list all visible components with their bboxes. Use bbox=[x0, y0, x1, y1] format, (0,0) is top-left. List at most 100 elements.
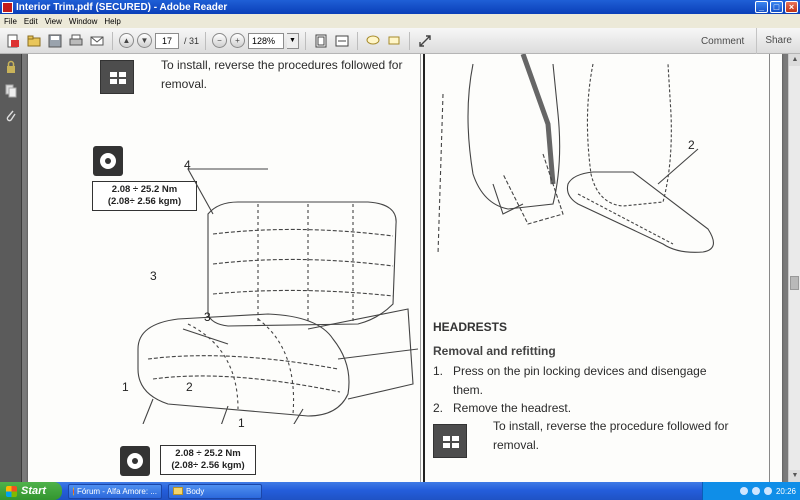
window-controls: _ □ × bbox=[755, 1, 798, 13]
page-total: / 31 bbox=[184, 35, 200, 46]
taskbar-item-label: Fórum - Alfa Amore: ... bbox=[76, 486, 157, 496]
torque-wrench-icon-bottom bbox=[120, 446, 150, 476]
page-thumbnails-icon[interactable] bbox=[4, 84, 18, 98]
refer-book-icon-right bbox=[433, 424, 467, 458]
fit-width-icon[interactable] bbox=[333, 32, 351, 50]
left-install-text: To install, reverse the procedures follo… bbox=[161, 56, 402, 94]
windows-taskbar: Start Fórum - Alfa Amore: ... Body HU 20… bbox=[0, 482, 800, 500]
scroll-down-arrow-icon[interactable]: ▼ bbox=[789, 470, 800, 482]
torque-spec-bottom: 2.08 ÷ 25.2 Nm (2.08÷ 2.56 kgm) bbox=[160, 445, 256, 475]
right-install-text: To install, reverse the procedure follow… bbox=[493, 417, 728, 455]
toolbar: ▲ ▼ 17 / 31 − + 128% ▼ Comment Share bbox=[0, 28, 800, 54]
toolbar-separator bbox=[305, 31, 307, 50]
lock-icon[interactable] bbox=[4, 60, 18, 74]
attachments-paperclip-icon[interactable] bbox=[4, 108, 18, 122]
vertical-scrollbar[interactable]: ▲ ▼ bbox=[788, 54, 800, 482]
armrest-diagram bbox=[437, 54, 714, 254]
step-2: 2. Remove the headrest. bbox=[433, 399, 571, 418]
document-viewport[interactable]: To install, reverse the procedures follo… bbox=[22, 54, 788, 482]
toolbar-separator bbox=[112, 31, 113, 50]
zoom-in-icon[interactable]: + bbox=[230, 33, 246, 48]
open-file-icon[interactable] bbox=[25, 32, 43, 50]
step-1-line2: them. bbox=[453, 383, 484, 397]
taskbar-item-label: Body bbox=[186, 486, 205, 496]
taskbar-item-folder[interactable]: Body bbox=[168, 483, 262, 499]
system-tray: 20:26 bbox=[702, 482, 800, 500]
callout-1: 1 bbox=[122, 380, 129, 394]
right-install-line2: removal. bbox=[493, 438, 540, 452]
tray-network-icon[interactable] bbox=[739, 487, 748, 495]
callout-2-right: 2 bbox=[688, 138, 695, 152]
toolbar-separator bbox=[357, 31, 359, 50]
comment-button[interactable]: Comment bbox=[689, 36, 756, 47]
left-install-line1: To install, reverse the procedures follo… bbox=[161, 58, 403, 72]
fit-page-icon[interactable] bbox=[312, 32, 330, 50]
window-title: Interior Trim.pdf (SECURED) - Adobe Read… bbox=[16, 1, 228, 13]
toolbar-separator bbox=[205, 31, 207, 50]
next-page-icon[interactable]: ▼ bbox=[137, 33, 152, 48]
toolbar-right-panel: Comment Share bbox=[689, 28, 800, 54]
clock[interactable]: 20:26 bbox=[776, 487, 796, 496]
email-icon[interactable] bbox=[88, 32, 106, 50]
menu-file[interactable]: File bbox=[4, 17, 17, 26]
menu-help[interactable]: Help bbox=[104, 17, 120, 26]
callout-3: 3 bbox=[150, 269, 157, 283]
save-icon[interactable] bbox=[46, 32, 64, 50]
step-1-text: Press on the pin locking devices and dis… bbox=[453, 362, 753, 400]
start-button[interactable]: Start bbox=[0, 482, 62, 500]
scrollbar-thumb[interactable] bbox=[790, 276, 799, 290]
menu-view[interactable]: View bbox=[45, 17, 62, 26]
zoom-out-icon[interactable]: − bbox=[212, 33, 228, 48]
adobe-reader-window: Interior Trim.pdf (SECURED) - Adobe Read… bbox=[0, 0, 800, 500]
taskbar-item-browser[interactable]: Fórum - Alfa Amore: ... bbox=[68, 483, 162, 499]
callout-3-lower: 3 bbox=[204, 310, 211, 324]
highlight-icon[interactable] bbox=[385, 32, 403, 50]
previous-page-icon[interactable]: ▲ bbox=[119, 33, 134, 48]
section-subheading: Removal and refitting bbox=[433, 344, 556, 358]
scroll-up-arrow-icon[interactable]: ▲ bbox=[789, 54, 800, 66]
right-install-line1: To install, reverse the procedure follow… bbox=[493, 419, 729, 433]
zoom-level-input[interactable]: 128% bbox=[248, 32, 285, 49]
menu-bar: File Edit View Window Help bbox=[0, 14, 800, 28]
share-button[interactable]: Share bbox=[756, 28, 800, 54]
refer-book-icon bbox=[100, 60, 134, 94]
toolbar-separator bbox=[409, 31, 411, 50]
step-1: 1. Press on the pin locking devices and … bbox=[433, 362, 707, 397]
adobe-reader-icon bbox=[2, 1, 13, 13]
section-heading: HEADRESTS bbox=[433, 320, 508, 334]
sticky-note-icon[interactable] bbox=[364, 32, 382, 50]
chrome-icon bbox=[73, 486, 74, 496]
page-gutter-shadow bbox=[420, 54, 421, 482]
step-1-number: 1. bbox=[433, 364, 444, 378]
torque-bottom-line1: 2.08 ÷ 25.2 Nm bbox=[175, 448, 241, 459]
windows-logo-icon bbox=[6, 485, 17, 497]
print-icon[interactable] bbox=[67, 32, 85, 50]
page-number-input[interactable]: 17 bbox=[155, 32, 179, 49]
full-screen-icon[interactable] bbox=[416, 32, 434, 50]
callout-2: 2 bbox=[186, 380, 193, 394]
menu-window[interactable]: Window bbox=[69, 17, 97, 26]
minimize-button[interactable]: _ bbox=[755, 1, 768, 13]
page-edge bbox=[769, 54, 770, 482]
page-spine bbox=[423, 54, 425, 482]
folder-icon bbox=[173, 487, 183, 495]
torque-bottom-line2: (2.08÷ 2.56 kgm) bbox=[171, 460, 245, 471]
left-install-line2: removal. bbox=[161, 77, 208, 91]
maximize-button[interactable]: □ bbox=[770, 1, 783, 13]
close-button[interactable]: × bbox=[785, 1, 798, 13]
step-2-text: Remove the headrest. bbox=[453, 401, 572, 415]
rear-seat-diagram bbox=[137, 168, 418, 424]
callout-1-lower: 1 bbox=[238, 416, 245, 430]
step-1-line1: Press on the pin locking devices and dis… bbox=[453, 364, 707, 378]
create-pdf-icon[interactable] bbox=[4, 32, 22, 50]
title-bar: Interior Trim.pdf (SECURED) - Adobe Read… bbox=[0, 0, 800, 14]
start-label: Start bbox=[21, 485, 47, 497]
pdf-page: To install, reverse the procedures follo… bbox=[28, 54, 782, 482]
menu-edit[interactable]: Edit bbox=[24, 17, 38, 26]
tray-volume-icon[interactable] bbox=[751, 487, 760, 495]
callout-4: 4 bbox=[184, 158, 191, 172]
navigation-pane bbox=[0, 54, 22, 482]
tray-safely-remove-icon[interactable] bbox=[763, 487, 772, 495]
zoom-dropdown-chevron-icon[interactable]: ▼ bbox=[287, 32, 300, 49]
step-2-number: 2. bbox=[433, 401, 444, 415]
